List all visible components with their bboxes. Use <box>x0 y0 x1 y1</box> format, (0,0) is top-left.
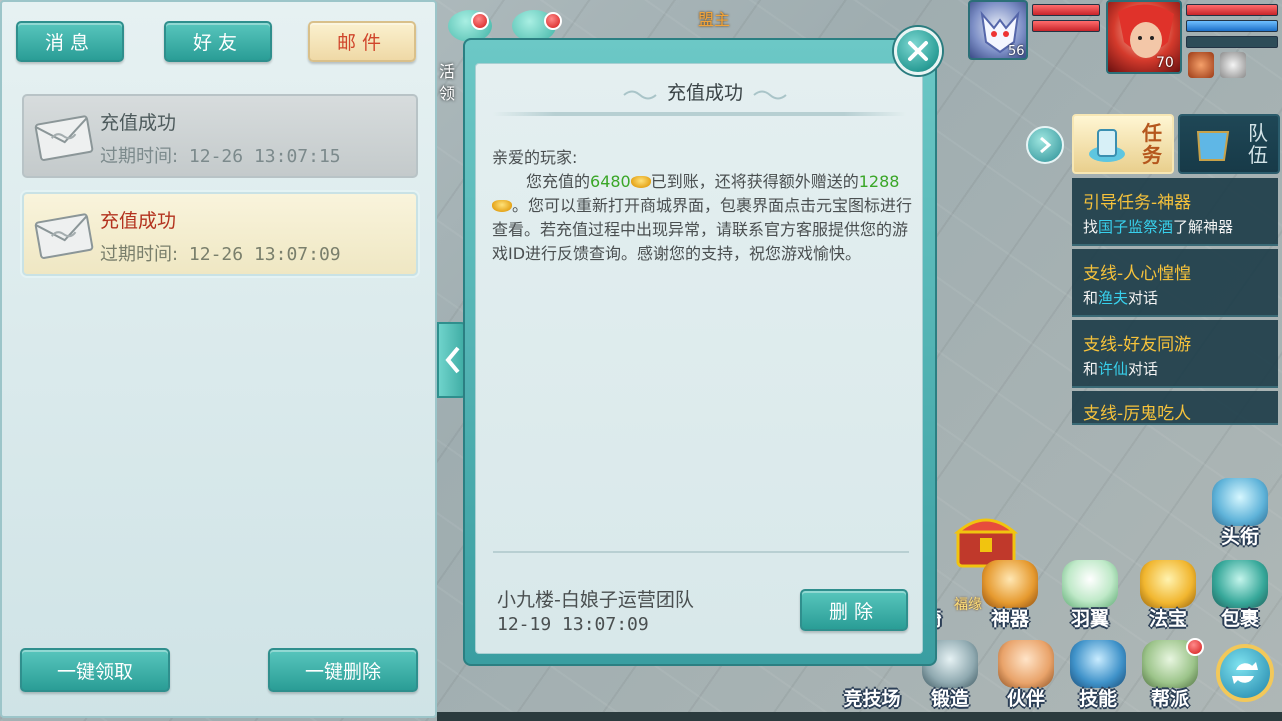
mail-greeting: 亲爱的玩家: <box>492 148 578 167</box>
buff-icon[interactable] <box>1188 52 1214 78</box>
task-item[interactable]: 支线-好友同游 和许仙对话 <box>1072 320 1278 388</box>
feature-label: 法宝 <box>1148 608 1187 630</box>
feature-label: 伙伴 <box>1006 688 1045 710</box>
task-description: 和许仙对话 <box>1083 360 1159 378</box>
hud-label: 活 <box>439 62 456 81</box>
companion-icon <box>998 640 1054 688</box>
skills-book-icon <box>1070 640 1126 688</box>
artifact-icon <box>982 560 1038 608</box>
claim-all-button[interactable]: 一键领取 <box>20 648 170 692</box>
task-title: 引导任务-神器 <box>1083 193 1192 213</box>
wings-button[interactable]: 羽翼 <box>1054 560 1126 630</box>
notification-dot <box>544 12 562 30</box>
task-title: 支线-人心惶惶 <box>1083 264 1192 284</box>
task-title: 支线-厉鬼吃人 <box>1083 404 1192 424</box>
tab-friends[interactable]: 好友 <box>164 21 272 62</box>
divider <box>493 112 906 116</box>
tab-mail[interactable]: 邮件 <box>308 21 416 62</box>
mail-expire-time: 过期时间: 12-26 13:07:15 <box>100 146 341 167</box>
envelope-icon <box>34 213 94 259</box>
feature-label: 头衔 <box>1220 526 1259 548</box>
tab-label: 队伍 <box>1248 121 1268 167</box>
mail-body-text: 您充值的6480 已到账，还将获得额外赠送的1288。您可以重新打开商城界面，包裹… <box>492 172 913 263</box>
ingot-icon <box>492 200 512 212</box>
mail-sender: 小九楼-白娘子运营团队 <box>497 589 694 611</box>
refresh-button[interactable] <box>1216 644 1274 702</box>
notification-dot <box>471 12 489 30</box>
title-icon <box>1212 478 1268 526</box>
mail-date: 12-19 13:07:09 <box>497 614 649 635</box>
mail-list-panel: 消息 好友 邮件 充值成功 过期时间: 12-26 13:07:15 充值成功 … <box>0 0 437 718</box>
treasure-button[interactable]: 法宝 <box>1132 560 1204 630</box>
feature-label: 竞技场 <box>843 688 901 710</box>
top-title: 盟主 <box>698 10 731 29</box>
mail-detail-title: 充值成功 <box>666 81 743 104</box>
tab-team[interactable]: 队伍 <box>1178 114 1280 174</box>
pet-level: 56 <box>1008 44 1025 59</box>
wings-icon <box>1062 560 1118 608</box>
notification-dot <box>1186 638 1204 656</box>
feature-label: 帮派 <box>1150 688 1189 710</box>
bottom-chat-bar <box>437 712 1282 721</box>
divider <box>493 551 909 553</box>
task-description: 和渔夫对话 <box>1083 289 1159 307</box>
mail-title: 充值成功 <box>100 210 177 232</box>
treasure-icon <box>1140 560 1196 608</box>
bonus-amount: 1288 <box>858 172 900 191</box>
bag-icon <box>1212 560 1268 608</box>
pet-mp-bar <box>1032 20 1100 32</box>
chevron-left-icon <box>445 346 460 374</box>
tab-label: 任务 <box>1142 121 1162 167</box>
close-icon <box>908 41 928 61</box>
player-exp-bar <box>1186 36 1278 48</box>
feature-label: 羽翼 <box>1070 608 1109 630</box>
task-panel-toggle-button[interactable] <box>1026 126 1064 164</box>
task-description: 找国子监祭酒了解神器 <box>1083 218 1234 236</box>
tab-messages[interactable]: 消息 <box>16 21 124 62</box>
feature-label: 包裹 <box>1220 608 1259 630</box>
bag-button[interactable]: 包裹 <box>1204 560 1276 630</box>
task-item[interactable]: 支线-厉鬼吃人 <box>1072 391 1278 425</box>
mail-title: 充值成功 <box>100 112 177 134</box>
player-mp-bar <box>1186 20 1278 32</box>
mail-list-item[interactable]: 充值成功 过期时间: 12-26 13:07:09 <box>22 192 418 276</box>
mail-expire-time: 过期时间: 12-26 13:07:09 <box>100 244 341 265</box>
delete-mail-button[interactable]: 删除 <box>800 589 908 631</box>
recharge-amount: 6480 <box>590 172 631 191</box>
chevron-right-icon <box>1040 136 1052 154</box>
feature-label: 技能 <box>1078 688 1117 710</box>
skills-button[interactable]: 技能 <box>1062 640 1134 710</box>
title-button[interactable]: 头衔 <box>1204 478 1276 548</box>
buff-icon[interactable] <box>1220 52 1246 78</box>
task-title: 支线-好友同游 <box>1083 335 1192 355</box>
title-ornament-right <box>753 90 787 100</box>
companion-button[interactable]: 伙伴 <box>990 640 1062 710</box>
player-hp-bar <box>1186 4 1278 16</box>
mail-body: 亲爱的玩家: 您充值的6480 已到账，还将获得额外赠送的1288。您可以重新打开… <box>492 146 912 266</box>
close-dialog-button[interactable] <box>894 27 942 75</box>
mail-list-item[interactable]: 充值成功 过期时间: 12-26 13:07:15 <box>22 94 418 178</box>
artifact-button[interactable]: 神器 <box>974 560 1046 630</box>
tab-quests[interactable]: 任务 <box>1072 114 1174 174</box>
delete-all-button[interactable]: 一键删除 <box>268 648 418 692</box>
task-item[interactable]: 支线-人心惶惶 和渔夫对话 <box>1072 249 1278 317</box>
feature-label: 锻造 <box>930 688 969 710</box>
ingot-icon <box>630 176 651 188</box>
team-flag-icon <box>1196 131 1230 161</box>
feature-label: 神器 <box>990 608 1029 630</box>
pet-hp-bar <box>1032 4 1100 16</box>
hud-label: 领 <box>439 84 456 103</box>
player-level: 70 <box>1156 55 1174 71</box>
envelope-icon <box>34 115 94 161</box>
task-item[interactable]: 引导任务-神器 找国子监祭酒了解神器 <box>1072 178 1278 246</box>
quest-scroll-icon <box>1089 129 1125 162</box>
refresh-icon <box>1232 662 1258 684</box>
